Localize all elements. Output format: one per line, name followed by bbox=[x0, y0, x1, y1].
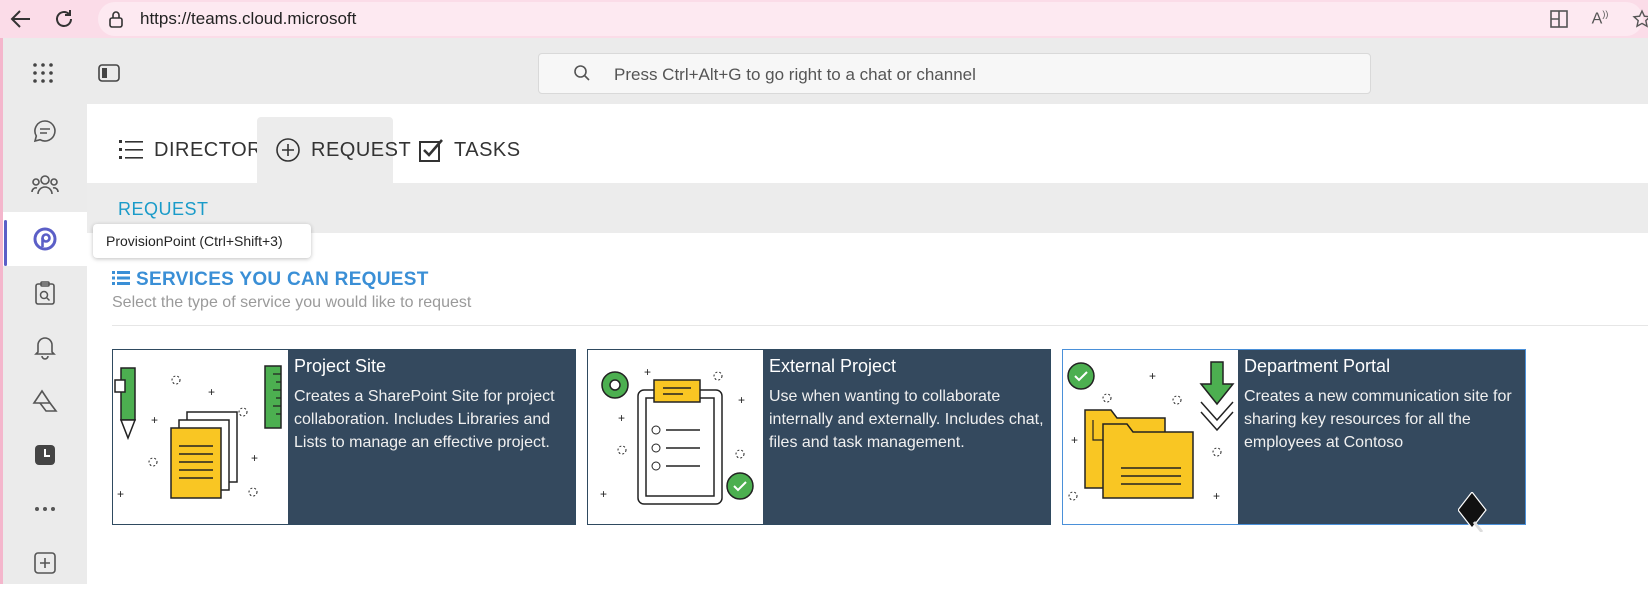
card-title: External Project bbox=[769, 356, 897, 376]
favorite-star-icon[interactable] bbox=[1630, 8, 1648, 30]
search-placeholder: Press Ctrl+Alt+G to go right to a chat o… bbox=[614, 65, 976, 84]
svg-text:+: + bbox=[1213, 489, 1220, 503]
teams-people-icon bbox=[31, 175, 59, 195]
list-icon bbox=[118, 137, 144, 163]
mouse-cursor-icon bbox=[1457, 491, 1488, 537]
service-card-external-project[interactable]: + + + + External Project Use when wantin… bbox=[587, 349, 1051, 525]
svg-text:+: + bbox=[1071, 433, 1078, 447]
service-card-project-site[interactable]: + + + + Project Site Creates a SharePoin… bbox=[112, 349, 576, 525]
divider bbox=[112, 325, 1648, 326]
rail-item-add-apps[interactable] bbox=[3, 536, 87, 590]
provisionpoint-icon bbox=[33, 227, 57, 251]
split-screen-icon[interactable] bbox=[1547, 8, 1571, 30]
rail-item-apps[interactable] bbox=[3, 374, 87, 428]
refresh-button[interactable] bbox=[49, 4, 79, 34]
browser-toolbar: https://teams.cloud.microsoft A)) bbox=[0, 0, 1648, 38]
search-icon bbox=[573, 64, 591, 87]
section-title: SERVICES YOU CAN REQUEST bbox=[136, 269, 429, 290]
svg-text:+: + bbox=[251, 451, 258, 465]
card-title: Project Site bbox=[294, 356, 387, 376]
list-section-icon bbox=[112, 270, 130, 291]
external-project-illustration: + + + + bbox=[588, 350, 763, 524]
bell-icon bbox=[34, 337, 56, 360]
clipboard-search-icon bbox=[35, 281, 55, 305]
tab-tasks[interactable]: TASKS bbox=[404, 117, 520, 183]
checkbox-icon bbox=[418, 137, 444, 163]
plus-circle-icon bbox=[275, 137, 301, 163]
svg-text:+: + bbox=[644, 365, 651, 379]
page-title: REQUEST bbox=[118, 199, 209, 219]
card-description: Use when wanting to collaborate internal… bbox=[769, 388, 1044, 451]
more-dots-icon bbox=[35, 507, 55, 511]
shapes-icon bbox=[32, 389, 58, 412]
clock-app-icon bbox=[35, 445, 55, 465]
rail-item-activity[interactable] bbox=[3, 320, 87, 374]
active-indicator bbox=[4, 220, 7, 266]
app-launcher-icon[interactable] bbox=[32, 62, 54, 89]
svg-text:+: + bbox=[738, 393, 745, 407]
svg-text:+: + bbox=[618, 411, 625, 425]
rail-item-chat[interactable] bbox=[3, 104, 87, 158]
read-aloud-icon[interactable]: A)) bbox=[1588, 8, 1612, 30]
chat-icon bbox=[33, 120, 56, 143]
rail-item-teams[interactable] bbox=[3, 158, 87, 212]
card-description: Creates a SharePoint Site for project co… bbox=[294, 388, 555, 451]
add-app-icon bbox=[34, 552, 56, 574]
svg-text:+: + bbox=[117, 487, 124, 501]
tab-request[interactable]: REQUEST bbox=[257, 117, 411, 183]
svg-text:+: + bbox=[151, 413, 158, 427]
sidebar-toggle-icon[interactable] bbox=[98, 64, 120, 87]
rail-item-more[interactable] bbox=[3, 482, 87, 536]
tooltip: ProvisionPoint (Ctrl+Shift+3) bbox=[93, 224, 311, 258]
back-button[interactable] bbox=[6, 4, 36, 34]
url-text[interactable]: https://teams.cloud.microsoft bbox=[140, 9, 356, 29]
svg-text:+: + bbox=[1149, 369, 1156, 383]
section-subtitle: Select the type of service you would lik… bbox=[112, 294, 472, 311]
service-card-department-portal[interactable]: + + + Department Portal Creates a new co… bbox=[1062, 349, 1526, 525]
refresh-icon bbox=[56, 10, 72, 27]
rail-item-planner[interactable] bbox=[3, 266, 87, 320]
department-portal-illustration: + + + bbox=[1063, 350, 1238, 524]
subheader-bar bbox=[87, 183, 1648, 233]
svg-text:+: + bbox=[600, 487, 607, 501]
rail-item-provisionpoint[interactable] bbox=[3, 212, 87, 266]
back-arrow-icon bbox=[10, 10, 30, 28]
tab-directory[interactable]: DIRECTORY bbox=[104, 117, 275, 183]
tab-label: REQUEST bbox=[311, 138, 412, 161]
tab-label: TASKS bbox=[454, 138, 521, 161]
card-title: Department Portal bbox=[1244, 356, 1391, 376]
project-site-illustration: + + + + bbox=[113, 350, 288, 524]
rail-item-clock[interactable] bbox=[3, 428, 87, 482]
card-description: Creates a new communication site for sha… bbox=[1244, 388, 1512, 451]
svg-text:+: + bbox=[208, 385, 215, 399]
lock-icon bbox=[108, 10, 124, 33]
